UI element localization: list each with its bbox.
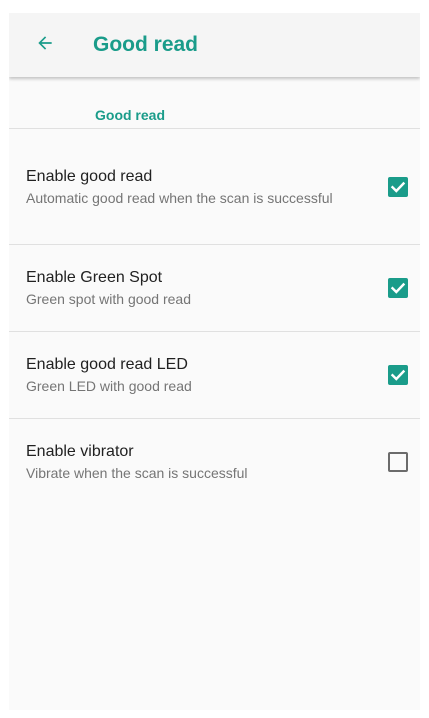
pref-summary: Automatic good read when the scan is suc… — [26, 189, 333, 206]
pref-enable-green-spot[interactable]: Enable Green Spot Green spot with good r… — [9, 245, 420, 332]
category-title: Good read — [95, 107, 166, 123]
pref-title: Enable good read LED — [26, 356, 188, 373]
pref-summary: Green spot with good read — [26, 291, 191, 307]
back-button[interactable] — [25, 25, 65, 65]
check-icon — [390, 181, 406, 193]
pref-enable-good-read[interactable]: Enable good read Automatic good read whe… — [9, 129, 420, 245]
checkbox-checked[interactable] — [388, 365, 408, 385]
pref-enable-good-read-led[interactable]: Enable good read LED Green LED with good… — [9, 332, 420, 419]
page-title: Good read — [93, 33, 199, 56]
app-bar: Good read — [9, 13, 420, 77]
pref-summary: Green LED with good read — [26, 378, 192, 394]
check-icon — [390, 282, 406, 294]
arrow-back-icon — [35, 33, 55, 58]
preference-category-header: Good read — [9, 77, 420, 129]
pref-title: Enable vibrator — [26, 443, 134, 460]
settings-screen: Good read Good read Enable good read Aut… — [9, 13, 420, 710]
checkbox-checked[interactable] — [388, 278, 408, 298]
pref-title: Enable good read — [26, 167, 153, 185]
pref-title: Enable Green Spot — [26, 269, 163, 286]
check-icon — [390, 369, 406, 381]
checkbox-checked[interactable] — [388, 176, 408, 197]
pref-summary: Vibrate when the scan is successful — [26, 465, 248, 481]
checkbox-unchecked[interactable] — [388, 452, 408, 472]
pref-enable-vibrator[interactable]: Enable vibrator Vibrate when the scan is… — [9, 419, 420, 505]
